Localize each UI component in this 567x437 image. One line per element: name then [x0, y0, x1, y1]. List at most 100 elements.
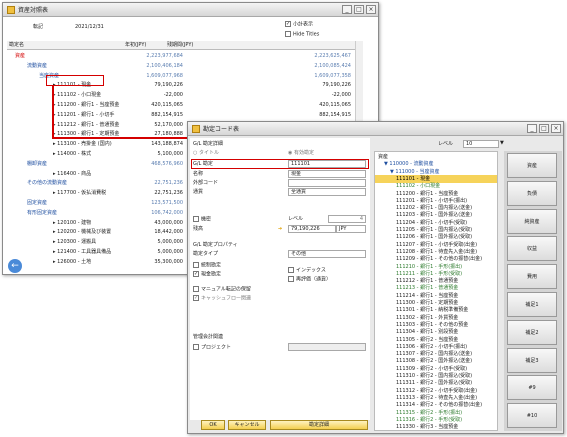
level-label: レベル [288, 216, 304, 222]
app-icon [192, 124, 200, 133]
currency-label: 通貨 [193, 189, 204, 195]
balance-row-period: 420,115,065 [319, 102, 351, 108]
balance-currency[interactable]: JPY [336, 225, 366, 233]
balance-arrow-icon[interactable]: ➔ [278, 226, 282, 233]
balance-row-name[interactable]: ▸ 117700 - 仮払消費税 [53, 190, 106, 197]
balance-row-name[interactable]: ▸ 111212 - 銀行1 - 普通預金 [53, 122, 119, 129]
minimize-icon[interactable]: _ [527, 124, 537, 133]
col-ytd: 年初(JPY) [125, 42, 147, 48]
balance-row-name[interactable]: ▸ 111201 - 銀行1 - 小切手 [53, 112, 114, 119]
chart-of-accounts-window: 勘定コード表 _ □ × G/L 勘定詳細 ○ タイトル ◉ 有効勘定 G/L … [187, 121, 564, 434]
balance-row-ytd: 52,170,000 [154, 121, 183, 128]
level-top-select[interactable]: 10 [463, 140, 499, 148]
confidential-checkbox[interactable]: 機密 [193, 216, 211, 223]
hide-titles-checkbox[interactable]: Hide Titles [285, 31, 319, 38]
balance-row-ytd: 420,115,065 [151, 102, 183, 108]
details-panel: G/L 勘定詳細 ○ タイトル ◉ 有効勘定 G/L 勘定 111101 名称 … [190, 138, 370, 420]
balance-row-ytd: 35,300,000 [154, 258, 183, 265]
account-detail-button[interactable]: 勘定詳細 [270, 420, 368, 430]
account-tree: 資産 ▼ 110000 - 流動資産 ▼ 111000 - 当座資産 111101 -… [374, 151, 498, 431]
balance-row-name[interactable]: ▸ 111102 - 小口現金 [53, 92, 101, 99]
level-top-label: レベル [438, 141, 454, 147]
app-icon [7, 5, 15, 14]
maximize-icon[interactable]: □ [354, 5, 364, 14]
close-icon[interactable]: × [366, 5, 376, 14]
balance-row-ytd: 18,442,000 [154, 229, 183, 236]
control-account-checkbox[interactable]: 統制勘定 [193, 262, 221, 269]
coa-titlebar[interactable]: 勘定コード表 _ □ × [188, 122, 563, 136]
category-tab[interactable]: 費用 [507, 264, 557, 290]
level-field: 4 [328, 215, 366, 223]
balance-row-name[interactable]: ▸ 126000 - 土地 [53, 259, 91, 266]
balance-row-name[interactable]: ▸ 116400 - 商品 [53, 171, 91, 178]
props-title: G/L 勘定プロパティ [193, 242, 238, 248]
close-icon[interactable]: × [551, 124, 561, 133]
balance-row-period: 882,154,915 [319, 111, 351, 118]
balance-row-ytd: 5,100,000 [157, 151, 183, 157]
subtotal-checkbox[interactable]: ✓ 小計表示 [285, 21, 313, 28]
ext-code-field[interactable] [288, 179, 366, 187]
balance-row-ytd: 79,190,226 [154, 82, 183, 89]
back-arrow-icon[interactable]: ← [8, 259, 22, 273]
category-tab[interactable]: 負債 [507, 180, 557, 206]
radio-title[interactable]: ○ タイトル [193, 150, 219, 157]
project-field [288, 343, 366, 351]
ok-button[interactable]: OK [201, 420, 225, 430]
manual-block-checkbox[interactable]: マニュアル転記の保留 [193, 286, 251, 293]
balance-row-name[interactable]: ▸ 120200 - 機械及び装置 [53, 229, 111, 236]
balance-row-ytd: 143,188,874 [151, 141, 183, 148]
account-type-select[interactable]: その他 [288, 250, 366, 258]
maximize-icon[interactable]: □ [539, 124, 549, 133]
account-type-label: 勘定タイプ [193, 251, 219, 257]
balance-row-ytd: 1,609,077,968 [146, 72, 183, 79]
col-account: 勘定名 [9, 42, 25, 48]
name-label: 名称 [193, 171, 204, 177]
category-tab[interactable]: #9 [507, 375, 557, 401]
balance-row-name[interactable]: ▸ 114000 - 株式 [53, 151, 91, 158]
balance-row-ytd: 882,154,915 [151, 111, 183, 118]
balance-row-ytd [123, 171, 183, 178]
radio-active[interactable]: ◉ 有効勘定 [288, 150, 314, 157]
indexed-checkbox[interactable]: インデックス [288, 267, 326, 274]
balance-row-name[interactable]: 流動資産 [27, 63, 47, 70]
balance-row-name[interactable]: 固定資産 [27, 200, 47, 207]
revaluation-checkbox[interactable]: 再評価（通貨） [288, 276, 331, 283]
project-checkbox[interactable]: プロジェクト [193, 344, 231, 351]
window-title: 資産対照表 [18, 7, 49, 14]
category-tab[interactable]: #10 [507, 403, 557, 429]
balance-row-name[interactable]: 有形固定資産 [27, 210, 57, 217]
balance-row-ytd: 123,571,500 [151, 200, 183, 206]
balance-row-name[interactable]: ▸ 120300 - 運搬具 [53, 239, 96, 246]
cashflow-checkbox[interactable]: ✓ キャッシュフロー関連 [193, 295, 251, 302]
category-tab[interactable]: 補足3 [507, 347, 557, 373]
balance-row-name[interactable]: ▸ 111200 - 銀行1 - 当座預金 [53, 102, 119, 109]
balance-sheet-titlebar[interactable]: 資産対照表 _ □ × [3, 3, 378, 17]
balance-row-ytd: 43,000,000 [154, 219, 183, 226]
category-tab[interactable]: 補足1 [507, 292, 557, 317]
balance-row-ytd: 2,223,977,684 [146, 53, 183, 59]
balance-label: 残高 [193, 226, 204, 232]
category-tabs: 資産 負債 純資産 収益 費用 補足1 補足2 補足3 #9 #10 [504, 151, 562, 431]
tree-item[interactable]: 111330 - 銀行3 - 当座預金 [375, 423, 497, 430]
balance-row-ytd: -22,000 [163, 92, 183, 99]
balance-row-name[interactable]: その他の流動資産 [27, 180, 67, 187]
category-tab[interactable]: 収益 [507, 236, 557, 262]
currency-select[interactable]: 全通貨 [288, 188, 366, 196]
name-field[interactable]: 現金 [288, 170, 366, 178]
balance-row-ytd: 468,576,960 [151, 160, 183, 167]
balance-row-name[interactable]: 棚卸資産 [27, 161, 47, 168]
category-tab[interactable]: 補足2 [507, 319, 557, 345]
balance-row-name[interactable]: ▸ 113100 - 売掛金 (国内) [53, 141, 112, 148]
cancel-button[interactable]: キャンセル [228, 420, 266, 430]
chevron-down-icon[interactable]: ▼ [500, 140, 504, 147]
gl-account-field[interactable]: 111101 [288, 160, 366, 168]
category-tab[interactable]: 資産 [507, 153, 557, 178]
minimize-icon[interactable]: _ [342, 5, 352, 14]
category-tab[interactable]: 純資産 [507, 208, 557, 234]
balance-row-period: 2,223,625,467 [314, 53, 351, 59]
balance-row-name[interactable]: 資産 [15, 53, 25, 60]
date-value: 2021/12/31 [75, 24, 104, 30]
balance-row-name[interactable]: ▸ 121400 - 工具器具備品 [53, 249, 111, 256]
cash-account-checkbox[interactable]: ✓ 現金勘定 [193, 271, 221, 278]
balance-row-name[interactable]: ▸ 120100 - 建物 [53, 220, 91, 227]
